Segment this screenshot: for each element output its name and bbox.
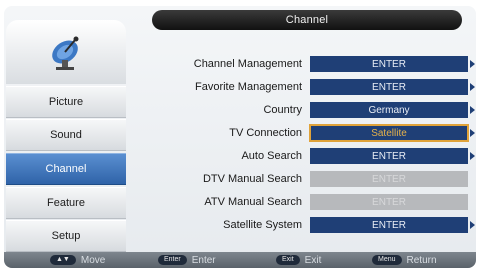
arrow-right-icon [470, 60, 475, 68]
key-exit-icon: Exit [276, 255, 300, 265]
sidebar-item-label: Channel [45, 163, 87, 175]
arrow-right-icon [470, 106, 475, 114]
row-label: Satellite System [223, 219, 302, 231]
sidebar-item-label: Feature [47, 197, 85, 209]
row-label: Auto Search [241, 150, 302, 162]
row-label: TV Connection [229, 127, 302, 139]
row-value-button[interactable]: ENTER [310, 79, 468, 95]
row-value-button[interactable]: ENTER [310, 217, 468, 233]
menu-row-channel-management[interactable]: Channel Management ENTER [130, 54, 476, 74]
sidebar-item-label: Setup [51, 230, 81, 242]
menu-row-tv-connection[interactable]: TV Connection Satellite [130, 123, 476, 143]
hint-label: Move [80, 254, 106, 266]
menu-row-auto-search[interactable]: Auto Search ENTER [130, 146, 476, 166]
arrow-right-icon [470, 83, 475, 91]
sidebar-item-label: Sound [50, 129, 82, 141]
hint-return: Menu Return [372, 252, 437, 268]
sidebar-item-label: Picture [48, 96, 84, 108]
row-label: Favorite Management [195, 81, 302, 93]
key-menu-icon: Menu [372, 255, 402, 265]
sidebar-item-feature[interactable]: Feature [6, 187, 126, 219]
hint-enter: Enter Enter [158, 252, 216, 268]
row-label: ATV Manual Search [204, 196, 302, 208]
hint-move: ▲▼ Move [50, 252, 105, 268]
arrow-right-icon [470, 129, 475, 137]
arrow-right-icon [470, 221, 475, 229]
menu-row-country[interactable]: Country Germany [130, 100, 476, 120]
row-value-button[interactable]: ENTER [310, 148, 468, 164]
menu-row-dtv-manual-search: DTV Manual Search ENTER [130, 169, 476, 189]
row-value-select[interactable]: Germany [310, 102, 468, 118]
tv-menu-screen: Channel Picture Sound Channel Feature Se [4, 6, 476, 268]
row-label: DTV Manual Search [202, 173, 302, 185]
hint-label: Return [406, 254, 437, 266]
hint-exit: Exit Exit [276, 252, 321, 268]
hint-label: Exit [304, 254, 322, 266]
sidebar-logo [6, 20, 126, 84]
footer-hint-bar: ▲▼ Move Enter Enter Exit Exit Menu Retur… [4, 252, 476, 268]
sidebar-item-picture[interactable]: Picture [6, 86, 126, 118]
menu-title-text: Channel [285, 14, 329, 26]
sidebar-item-setup[interactable]: Setup [6, 220, 126, 252]
key-up-down-icon: ▲▼ [50, 255, 76, 265]
row-value-select[interactable]: Satellite [309, 124, 469, 142]
menu-row-favorite-management[interactable]: Favorite Management ENTER [130, 77, 476, 97]
satellite-dish-icon [52, 36, 79, 70]
sidebar-item-sound[interactable]: Sound [6, 119, 126, 151]
row-value-button: ENTER [310, 194, 468, 210]
sidebar-item-channel[interactable]: Channel [6, 153, 126, 185]
menu-row-satellite-system[interactable]: Satellite System ENTER [130, 215, 476, 235]
row-label: Country [263, 104, 302, 116]
row-label: Channel Management [193, 58, 302, 70]
row-value-button[interactable]: ENTER [310, 56, 468, 72]
arrow-right-icon [470, 152, 475, 160]
key-enter-icon: Enter [158, 255, 187, 265]
menu-row-atv-manual-search: ATV Manual Search ENTER [130, 192, 476, 212]
menu-title: Channel [152, 10, 462, 30]
row-value-button: ENTER [310, 171, 468, 187]
hint-label: Enter [191, 254, 216, 266]
